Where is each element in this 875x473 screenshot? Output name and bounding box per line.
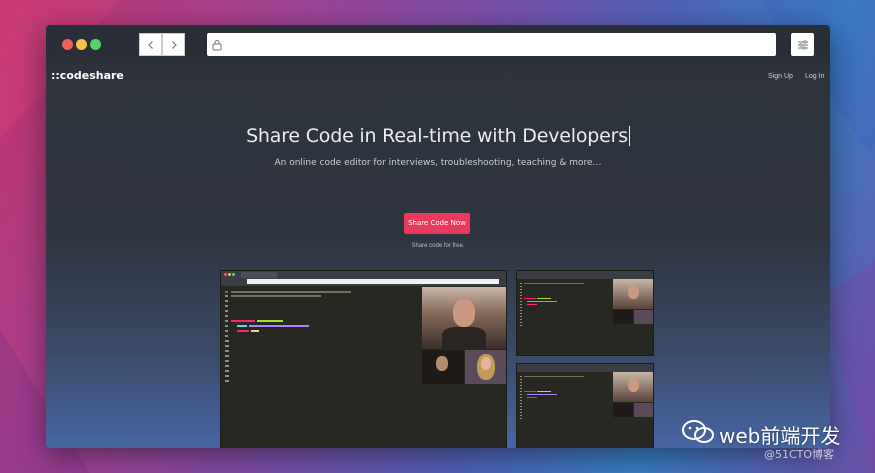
video-feed-mini-right: [634, 403, 653, 417]
preview-code-lines: [225, 291, 351, 382]
preview-code-lines: [520, 376, 584, 419]
close-window-dot[interactable]: [62, 39, 73, 50]
video-feed-mini: [613, 372, 653, 402]
preview-urlbar: [247, 279, 499, 284]
video-feed-main: [422, 287, 506, 349]
text-caret: [628, 126, 630, 146]
person-head: [628, 378, 639, 392]
person-head: [453, 299, 475, 327]
wechat-icon: [682, 420, 714, 443]
chevron-right-icon: [171, 41, 177, 49]
hero-title: Share Code in Real-time with Developers: [46, 125, 830, 147]
video-feed-mini-left: [613, 310, 633, 324]
preview-browser-chrome: [221, 271, 506, 286]
person-head: [436, 356, 448, 371]
signup-link[interactable]: Sign Up: [768, 73, 793, 80]
video-feed-right: [465, 350, 506, 384]
video-feed-left: [422, 350, 464, 384]
hero-title-text: Share Code in Real-time with Developers: [246, 125, 628, 147]
video-feed-mini-right: [634, 310, 653, 324]
watermark-brand: web前端开发: [719, 424, 841, 448]
video-feed-mini: [613, 279, 653, 309]
preview-dot-red: [224, 273, 227, 276]
maximize-window-dot[interactable]: [90, 39, 101, 50]
site-logo[interactable]: ::codeshare: [51, 69, 124, 82]
address-bar[interactable]: [207, 33, 776, 56]
preview-dot-green: [232, 273, 235, 276]
browser-toolbar: [46, 25, 830, 63]
codeshare-page: ::codeshare Sign Up Log In Share Code in…: [46, 63, 830, 448]
editor-preview-main: [220, 270, 507, 448]
browser-menu-button[interactable]: [791, 33, 814, 56]
person-head: [628, 285, 639, 299]
editor-preview-bottom-right: [516, 363, 654, 448]
video-feed-mini-left: [613, 403, 633, 417]
preview-tab: [241, 272, 277, 278]
preview-dot-yellow: [228, 273, 231, 276]
browser-window: ::codeshare Sign Up Log In Share Code in…: [46, 25, 830, 448]
person-head: [481, 357, 491, 370]
editor-preview-top-right: [516, 270, 654, 356]
preview-browser-chrome: [517, 271, 653, 279]
chevron-left-icon: [147, 41, 153, 49]
watermark-source: @51CTO博客: [764, 448, 835, 461]
preview-code-lines: [520, 283, 584, 326]
person-body: [442, 327, 486, 349]
back-button[interactable]: [139, 33, 162, 56]
sliders-icon: [798, 40, 808, 50]
preview-browser-chrome: [517, 364, 653, 372]
login-link[interactable]: Log In: [805, 73, 824, 80]
cta-note: Share code for free.: [411, 243, 465, 249]
share-code-now-button[interactable]: Share Code Now: [404, 213, 470, 234]
hero-subtitle: An online code editor for interviews, tr…: [274, 158, 602, 168]
forward-button[interactable]: [162, 33, 185, 56]
minimize-window-dot[interactable]: [76, 39, 87, 50]
lock-icon: [212, 40, 222, 51]
